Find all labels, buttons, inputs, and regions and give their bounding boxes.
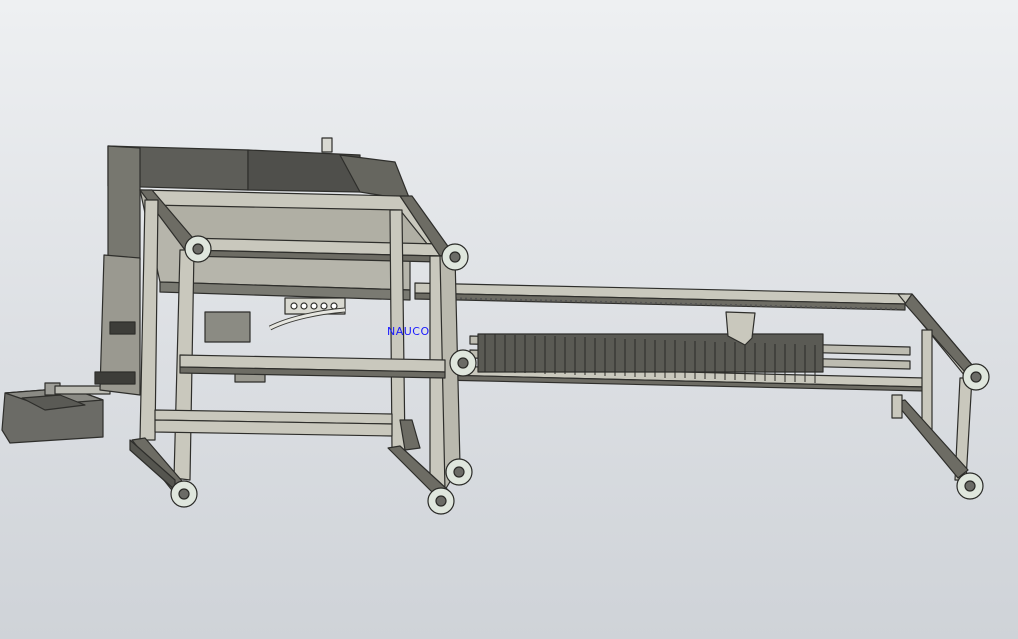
front-frame [129, 189, 461, 497]
wheel-5 [427, 487, 455, 515]
wheel-7 [962, 363, 990, 391]
annotation-label: NAUCO [387, 325, 430, 338]
foot-pedal [1, 382, 111, 444]
wheel-4 [445, 458, 473, 486]
machine-frame [1, 137, 990, 515]
machine-model[interactable] [0, 0, 1018, 639]
wheel-8 [956, 472, 984, 500]
conveyor-rollers [477, 333, 824, 373]
conveyor-arm [414, 282, 979, 481]
wheel-6 [170, 480, 198, 508]
wheel-3 [449, 349, 477, 377]
cad-viewport[interactable]: NAUCO [0, 0, 1018, 639]
wheel-1 [184, 235, 212, 263]
wheel-2 [441, 243, 469, 271]
